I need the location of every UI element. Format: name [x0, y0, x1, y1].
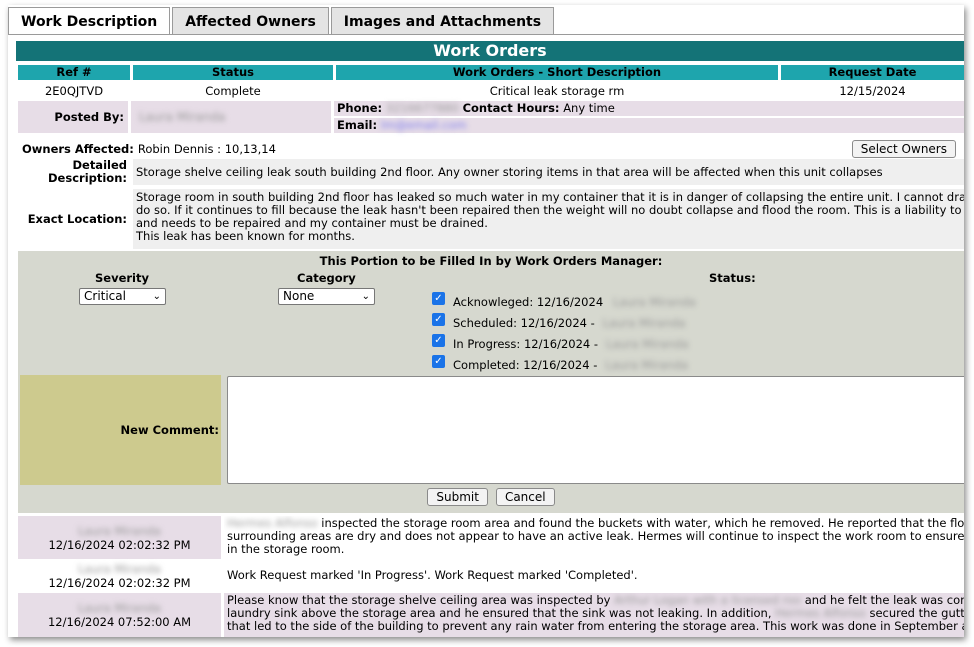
tab-affected-owners[interactable]: Affected Owners [172, 7, 329, 35]
exact-location-row: Exact Location: Storage room in south bu… [18, 189, 964, 249]
tab-images-attachments[interactable]: Images and Attachments [330, 7, 555, 35]
comment-redacted-a: Arthur Logan with a licensed roo [614, 593, 802, 607]
comment-text: Hermes Alfonso inspected the storage roo… [224, 516, 964, 559]
posted-by-label: Posted By: [18, 101, 128, 133]
comment-author: Laura Miranda [78, 601, 161, 615]
in-progress-by: Laura Miranda [606, 336, 689, 351]
detailed-label-line2: Description: [48, 171, 127, 185]
page-title: Work Orders [16, 41, 964, 61]
status-header: Status [133, 65, 333, 80]
submit-button[interactable]: Submit [427, 488, 488, 506]
request-date-value: 12/15/2024 [839, 84, 906, 98]
scheduled-by: Laura Miranda [602, 315, 686, 330]
severity-value: Critical [84, 289, 126, 303]
category-label: Category [297, 271, 356, 285]
comment-author: Laura Miranda [78, 523, 161, 538]
new-comment-label: New Comment: [20, 375, 221, 485]
comment-text-d: secured the gutters o [869, 606, 964, 620]
email-link[interactable]: lm@email.com [381, 118, 467, 132]
comment-text-e: that led to the side of the building to … [227, 619, 964, 633]
status-acknowledged: ✓ Acknowleged: 12/16/2024 Laura Miranda [432, 291, 696, 312]
phone-line: Phone: 3216677880 Contact Hours: Any tim… [334, 101, 964, 116]
comment-row: Laura Miranda 12/16/2024 02:02:32 PM Her… [18, 516, 964, 559]
status-scheduled: ✓ Scheduled: 12/16/2024 - Laura Miranda [432, 312, 696, 333]
select-owners-button[interactable]: Select Owners [851, 140, 956, 158]
severity-select[interactable]: Critical ⌄ [79, 288, 166, 305]
comment-meta: Laura Miranda 12/16/2024 02:02:32 PM [18, 561, 221, 591]
posted-by-name-text: Laura Miranda [139, 110, 226, 124]
status-value: Complete [205, 84, 261, 98]
comment-author: Laura Miranda [78, 562, 161, 576]
in-progress-text: In Progress: 12/16/2024 - [453, 336, 599, 351]
detailed-description-text: Storage shelve ceiling leak south buildi… [133, 159, 964, 185]
ref-value: 2E0QJTVD [44, 84, 104, 98]
comment-text: Work Request marked 'In Progress'. Work … [224, 561, 964, 591]
status-completed: ✓ Completed: 12/16/2024 - Laura Miranda [432, 354, 696, 375]
comment-row: Laura Miranda 12/16/2024 02:02:32 PM Wor… [18, 561, 964, 591]
phone-value: 3216677880 [385, 101, 459, 115]
comment-text-a: Please know that the storage shelve ceil… [227, 593, 611, 607]
in-progress-checkbox[interactable]: ✓ [432, 334, 445, 347]
comment-meta: Laura Miranda 12/16/2024 07:52:00 AM [18, 593, 221, 637]
short-description-value: Critical leak storage rm [489, 84, 625, 98]
chevron-down-icon: ⌄ [152, 291, 161, 302]
posted-by-name: Laura Miranda [131, 101, 331, 133]
completed-text: Completed: 12/16/2024 - [453, 357, 598, 372]
comment-text-c: laundry sink above the storage area and … [227, 606, 772, 620]
comment-timestamp: 12/16/2024 02:02:32 PM [48, 576, 191, 590]
comment-row: Laura Miranda 12/16/2024 07:52:00 AM Ple… [18, 593, 964, 637]
phone-label: Phone: [337, 101, 383, 115]
posted-by-row: Posted By: Laura Miranda Phone: 32166778… [18, 101, 964, 133]
comment-text: Please know that the storage shelve ceil… [224, 593, 964, 637]
comment-timestamp: 12/16/2024 07:52:00 AM [47, 615, 192, 629]
category-select[interactable]: None ⌄ [278, 288, 375, 305]
comment-meta: Laura Miranda 12/16/2024 02:02:32 PM [18, 516, 221, 559]
contact-hours-label: Contact Hours: [462, 101, 560, 115]
window: Work Description Affected Owners Images … [8, 5, 964, 637]
severity-label: Severity [95, 271, 149, 285]
contact-hours-value: Any time [563, 101, 615, 115]
acknowledged-checkbox[interactable]: ✓ [432, 292, 445, 305]
scheduled-checkbox[interactable]: ✓ [432, 313, 445, 326]
request-date-header: Request Date [781, 65, 964, 80]
comment-history: Laura Miranda 12/16/2024 02:02:32 PM Her… [18, 516, 964, 637]
exact-location-label: Exact Location: [27, 211, 127, 226]
detailed-description-row: Detailed Description: Storage shelve cei… [18, 159, 964, 185]
email-line: Email: lm@email.com [334, 118, 964, 133]
ref-header: Ref # [18, 65, 130, 80]
form-buttons: Submit Cancel [18, 488, 964, 506]
owners-affected-value: Robin Dennis : 10,13,14 [137, 142, 276, 156]
scheduled-text: Scheduled: 12/16/2024 - [453, 315, 595, 330]
category-value: None [283, 289, 315, 303]
new-comment-textarea[interactable] [227, 376, 964, 484]
tab-bar: Work Description Affected Owners Images … [8, 7, 556, 35]
cancel-button[interactable]: Cancel [495, 488, 555, 506]
acknowledged-by: Laura Miranda [613, 294, 696, 309]
status-in-progress: ✓ In Progress: 12/16/2024 - Laura Mirand… [432, 333, 696, 354]
exact-location-text: Storage room in south building 2nd floor… [133, 189, 964, 249]
contact-info: Phone: 3216677880 Contact Hours: Any tim… [334, 101, 964, 133]
manager-section: This Portion to be Filled In by Work Ord… [18, 251, 964, 513]
comment-redacted-c: Hermes Alfonso [775, 606, 866, 620]
comment-body: inspected the storage room area and foun… [227, 516, 964, 556]
status-checklist: ✓ Acknowleged: 12/16/2024 Laura Miranda … [432, 291, 696, 375]
owners-affected-label: Owners Affected: [22, 142, 134, 156]
comment-text-b: and he felt the leak was coming [804, 593, 964, 607]
completed-checkbox[interactable]: ✓ [432, 355, 445, 368]
chevron-down-icon: ⌄ [361, 291, 370, 302]
detailed-description-label: Detailed Description: [18, 159, 130, 185]
owners-affected-row: Owners Affected: Robin Dennis : 10,13,14… [22, 137, 964, 161]
order-values-row: 2E0QJTVD Complete Critical leak storage … [18, 83, 964, 99]
status-label: Status: [709, 271, 756, 285]
tab-work-description[interactable]: Work Description [8, 7, 171, 35]
comment-timestamp: 12/16/2024 02:02:32 PM [48, 537, 191, 552]
short-description-header: Work Orders - Short Description [336, 65, 778, 80]
manager-section-title: This Portion to be Filled In by Work Ord… [319, 254, 663, 268]
completed-by: Laura Miranda [605, 357, 689, 372]
tab-divider [8, 34, 964, 35]
order-header-row: Ref # Status Work Orders - Short Descrip… [18, 65, 964, 80]
comment-inspector: Hermes Alfonso [227, 516, 318, 530]
acknowledged-text: Acknowleged: 12/16/2024 [453, 294, 604, 309]
email-label: Email: [337, 118, 378, 132]
